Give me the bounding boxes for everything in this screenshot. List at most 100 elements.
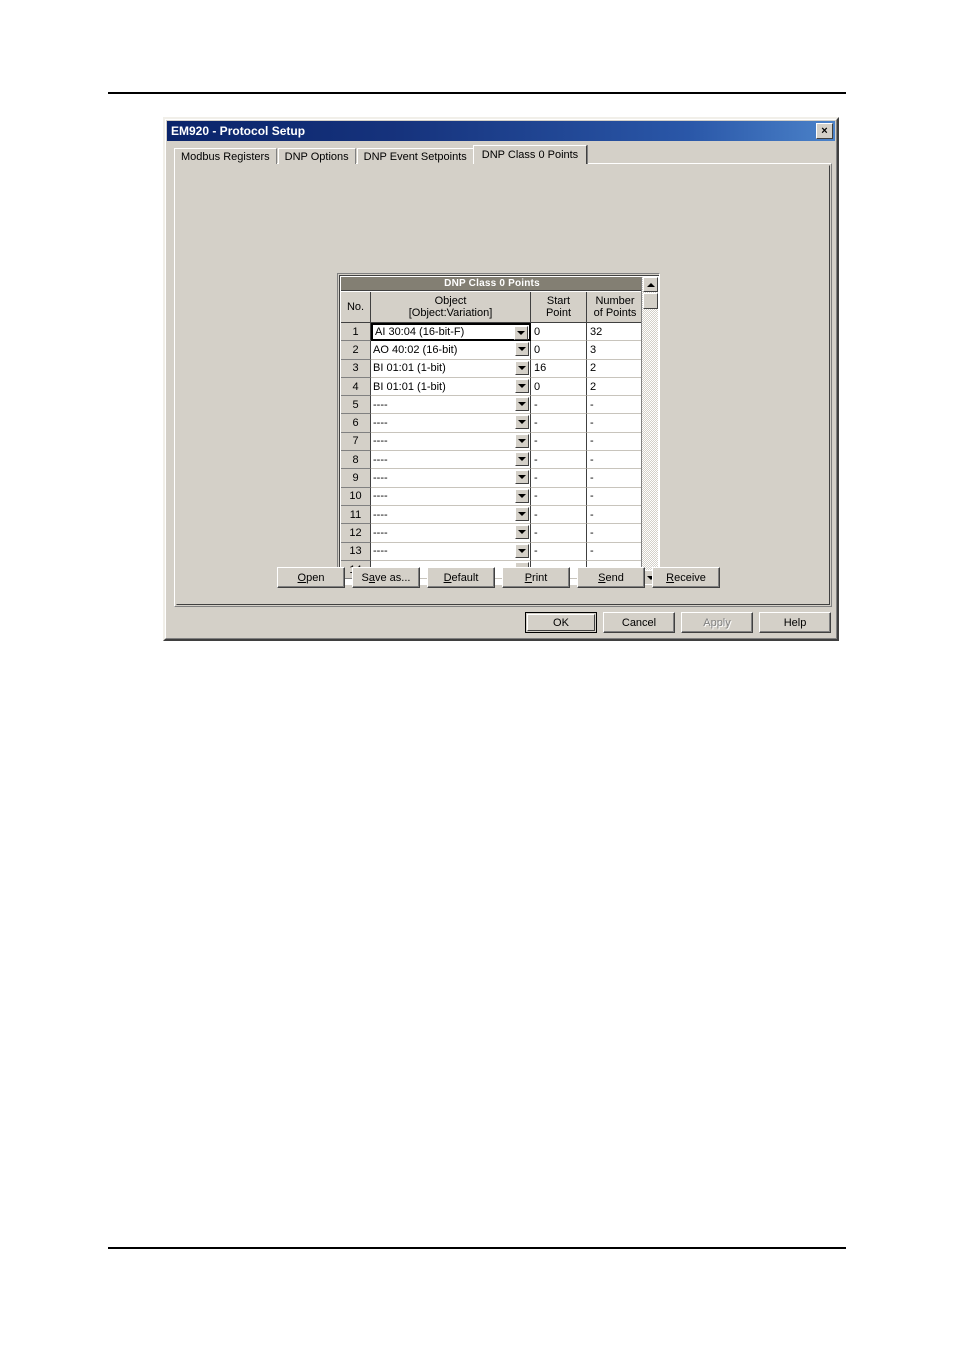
start-point-cell[interactable]: -	[531, 451, 587, 470]
object-combo-11[interactable]: ----	[371, 505, 531, 525]
save-as-button[interactable]: Save as...	[352, 567, 420, 588]
help-button[interactable]: Help	[759, 612, 831, 633]
object-combo-10[interactable]: ----	[371, 487, 531, 506]
object-combo-8[interactable]: ----	[371, 451, 531, 470]
start-point-cell[interactable]: -	[531, 505, 587, 525]
close-icon[interactable]: ×	[816, 123, 833, 139]
object-combo-1[interactable]: AI 30:04 (16-bit-F)	[371, 323, 531, 342]
number-of-points-cell[interactable]: -	[587, 542, 643, 561]
tab-modbus-registers[interactable]: Modbus Registers	[174, 148, 277, 164]
number-of-points-cell[interactable]: 3	[587, 341, 643, 360]
scroll-up-glyph	[646, 282, 655, 287]
start-point-cell[interactable]: 16	[531, 359, 587, 378]
row-number-cell: 2	[341, 341, 371, 360]
chevron-down-icon[interactable]	[515, 543, 529, 558]
dialog-button-row: OK Cancel Apply Help	[525, 612, 837, 633]
column-header-start-line1: Start	[546, 295, 571, 307]
chevron-down-icon[interactable]	[515, 525, 529, 540]
object-combo-13[interactable]: ----	[371, 542, 531, 561]
page-rule-top	[108, 92, 846, 94]
chevron-down-glyph	[518, 365, 526, 370]
start-point-cell[interactable]: 0	[531, 323, 587, 342]
chevron-down-icon[interactable]	[514, 326, 528, 340]
open-button[interactable]: Open	[277, 567, 345, 588]
receive-button[interactable]: Receive	[652, 567, 720, 588]
number-of-points-cell[interactable]: -	[587, 469, 643, 488]
send-button[interactable]: Send	[577, 567, 645, 588]
column-header-number-of-points: Number of Points	[587, 292, 643, 323]
action-button-row: Open Save as... Default Print Send Receive	[277, 567, 720, 588]
table-row: 11 ---- - -	[341, 505, 643, 525]
chevron-down-glyph	[518, 383, 526, 388]
grid-column-headers: No. Object [Object:Variation] Start Poin…	[341, 292, 643, 323]
number-of-points-cell[interactable]: -	[587, 505, 643, 525]
number-of-points-cell[interactable]: -	[587, 432, 643, 452]
object-combo-6[interactable]: ----	[371, 414, 531, 433]
number-of-points-cell[interactable]: -	[587, 524, 643, 543]
object-combo-7[interactable]: ----	[371, 432, 531, 452]
tab-dnp-class-0-points[interactable]: DNP Class 0 Points	[472, 145, 588, 164]
chevron-down-icon[interactable]	[515, 488, 529, 503]
start-point-cell[interactable]: 0	[531, 377, 587, 397]
chevron-down-glyph	[518, 475, 526, 480]
object-combo-12[interactable]: ----	[371, 524, 531, 543]
object-value: AI 30:04 (16-bit-F)	[375, 326, 465, 339]
start-point-cell[interactable]: -	[531, 396, 587, 415]
table-row: 6 ---- - -	[341, 414, 643, 433]
cancel-button[interactable]: Cancel	[603, 612, 675, 633]
object-value: ----	[373, 490, 388, 503]
chevron-down-icon[interactable]	[515, 433, 529, 448]
object-value: ----	[373, 545, 388, 558]
number-of-points-cell[interactable]: 2	[587, 377, 643, 397]
chevron-down-icon[interactable]	[515, 378, 529, 393]
tab-dnp-options[interactable]: DNP Options	[277, 148, 356, 164]
chevron-down-icon[interactable]	[515, 360, 529, 375]
number-of-points-cell[interactable]: -	[587, 396, 643, 415]
chevron-down-icon[interactable]	[515, 415, 529, 430]
tab-dnp-event-setpoints[interactable]: DNP Event Setpoints	[356, 148, 474, 164]
chevron-down-glyph	[518, 548, 526, 553]
table-row: 1 AI 30:04 (16-bit-F) 0 32	[341, 323, 643, 342]
chevron-down-icon[interactable]	[515, 397, 529, 412]
chevron-down-glyph	[518, 402, 526, 407]
column-header-num-line2: of Points	[593, 307, 637, 319]
scroll-up-arrow-icon[interactable]	[643, 277, 658, 292]
chevron-down-icon[interactable]	[515, 506, 529, 521]
row-number-cell: 11	[341, 505, 371, 525]
start-point-cell[interactable]: -	[531, 432, 587, 452]
number-of-points-cell[interactable]: 2	[587, 359, 643, 378]
grid-vertical-scrollbar[interactable]	[641, 277, 658, 584]
start-point-cell[interactable]: -	[531, 487, 587, 506]
object-combo-5[interactable]: ----	[371, 396, 531, 415]
object-combo-4[interactable]: BI 01:01 (1-bit)	[371, 377, 531, 397]
number-of-points-cell[interactable]: -	[587, 451, 643, 470]
chevron-down-glyph	[518, 347, 526, 352]
table-row: 4 BI 01:01 (1-bit) 0 2	[341, 377, 643, 397]
number-of-points-cell[interactable]: -	[587, 487, 643, 506]
chevron-down-icon[interactable]	[515, 470, 529, 485]
start-point-cell[interactable]: -	[531, 542, 587, 561]
chevron-down-icon[interactable]	[515, 342, 529, 357]
object-value: BI 01:01 (1-bit)	[373, 362, 446, 375]
print-button[interactable]: Print	[502, 567, 570, 588]
number-of-points-cell[interactable]: 32	[587, 323, 643, 342]
object-combo-2[interactable]: AO 40:02 (16-bit)	[371, 341, 531, 360]
column-header-object: Object [Object:Variation]	[371, 292, 531, 323]
object-value: ----	[373, 472, 388, 485]
scroll-thumb[interactable]	[643, 293, 658, 309]
number-of-points-cell[interactable]: -	[587, 414, 643, 433]
column-header-no: No.	[341, 292, 371, 323]
chevron-down-icon[interactable]	[515, 452, 529, 467]
button-label: Default	[443, 571, 479, 584]
start-point-cell[interactable]: 0	[531, 341, 587, 360]
object-combo-9[interactable]: ----	[371, 469, 531, 488]
start-point-cell[interactable]: -	[531, 414, 587, 433]
object-value: ----	[373, 508, 388, 521]
default-button[interactable]: Default	[427, 567, 495, 588]
start-point-cell[interactable]: -	[531, 469, 587, 488]
table-row: 12 ---- - -	[341, 524, 643, 543]
start-point-cell[interactable]: -	[531, 524, 587, 543]
object-combo-3[interactable]: BI 01:01 (1-bit)	[371, 359, 531, 378]
table-row: 10 ---- - -	[341, 487, 643, 506]
ok-button[interactable]: OK	[525, 612, 597, 633]
